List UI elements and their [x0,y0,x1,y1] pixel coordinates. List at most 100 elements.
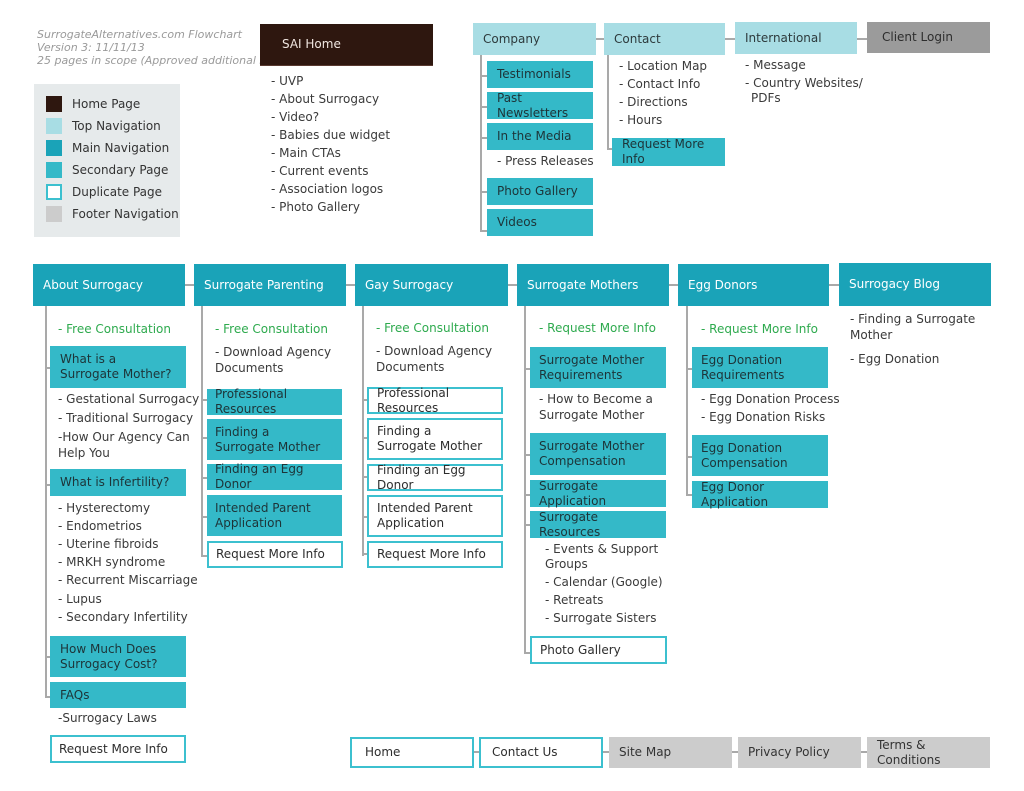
footer-privacy-policy[interactable]: Privacy Policy [738,737,861,768]
gay-finding-surrogate-mother[interactable]: Finding a Surrogate Mother [367,418,503,460]
legend-secondary-page: Secondary Page [46,161,168,179]
about-faqs[interactable]: FAQs [50,682,186,708]
mothers-photo-gallery[interactable]: Photo Gallery [530,636,667,664]
company-past-newsletters[interactable]: Past Newsletters [487,91,593,120]
company-in-the-media[interactable]: In the Media [487,123,593,150]
legend-label: Main Navigation [72,141,170,155]
top-nav-international[interactable]: International [735,22,857,54]
egg-donation-requirements[interactable]: Egg Donation Requirements [692,347,828,388]
connector [45,306,47,698]
connector [480,52,482,232]
home-item: - Current events [271,164,369,178]
main-nav-gay-surrogacy[interactable]: Gay Surrogacy [355,264,508,306]
mothers-resources[interactable]: Surrogate Resources [530,510,666,539]
egg-request-more-info-link[interactable]: - Request More Info [701,320,818,338]
infertility-item: - Hysterectomy [58,501,151,515]
parenting-finding-egg-donor[interactable]: Finding an Egg Donor [207,462,342,491]
connector [607,52,609,149]
legend-swatch [46,140,62,156]
legend-swatch [46,184,62,200]
connector [362,306,364,556]
about-free-consultation-link[interactable]: - Free Consultation [58,320,171,338]
connector [185,284,194,286]
mothers-resources-item: - Calendar (Google) [545,575,663,589]
gay-request-more-info[interactable]: Request More Info [367,541,503,568]
mothers-compensation[interactable]: Surrogate Mother Compensation [530,433,666,475]
gay-professional-resources[interactable]: Professional Resources [367,386,503,415]
international-item: PDFs [751,91,781,105]
legend-main-navigation: Main Navigation [46,139,169,157]
infertility-item: - MRKH syndrome [58,555,166,569]
sai-home-node[interactable]: SAI Home [260,24,433,66]
connector [829,284,839,286]
mothers-resources-item: - Retreats [545,593,604,607]
flowchart-meta: SurrogateAlternatives.com Flowchart Vers… [37,28,271,67]
egg-requirements-item: - Egg Donation Process [701,392,840,406]
connector [201,306,203,556]
top-nav-company[interactable]: Company [473,23,596,55]
home-item: - About Surrogacy [271,92,380,106]
about-what-is-surrogate-mother[interactable]: What is a Surrogate Mother? [50,346,186,388]
connector [346,284,355,286]
home-item: - Association logos [271,182,384,196]
legend-swatch [46,118,62,134]
legend-swatch [46,206,62,222]
legend-footer-navigation: Footer Navigation [46,205,179,223]
home-item: - Photo Gallery [271,200,360,214]
main-nav-surrogate-mothers[interactable]: Surrogate Mothers [517,264,669,306]
company-videos[interactable]: Videos [487,209,593,236]
mothers-resources-item: Groups [545,557,588,571]
infertility-item: - Endometrios [58,519,142,533]
media-sub-item: - Press Releases [497,154,594,168]
infertility-item: - Uterine fibroids [58,537,159,551]
contact-request-more-info[interactable]: Request More Info [612,137,725,166]
gay-free-consultation-link[interactable]: - Free Consultation [376,319,489,337]
legend-swatch [46,96,62,112]
gay-finding-egg-donor[interactable]: Finding an Egg Donor [367,463,503,492]
legend-duplicate-page: Duplicate Page [46,183,162,201]
main-nav-surrogacy-blog[interactable]: Surrogacy Blog [839,263,991,306]
contact-item: - Contact Info [619,77,701,91]
egg-requirements-item: - Egg Donation Risks [701,410,826,424]
egg-donor-application[interactable]: Egg Donor Application [692,480,828,509]
home-item: - Video? [271,110,320,124]
legend-swatch [46,162,62,178]
company-photo-gallery[interactable]: Photo Gallery [487,178,593,205]
main-nav-egg-donors[interactable]: Egg Donors [678,264,829,306]
mothers-application[interactable]: Surrogate Application [530,479,666,508]
footer-contact-us[interactable]: Contact Us [479,737,603,768]
footer-terms-conditions[interactable]: Terms & Conditions [867,737,990,768]
footer-site-map[interactable]: Site Map [609,737,732,768]
legend-home-page: Home Page [46,95,140,113]
connector [524,306,526,654]
parenting-request-more-info[interactable]: Request More Info [207,541,343,568]
mothers-resources-item: - Surrogate Sisters [545,611,657,625]
footer-home[interactable]: Home [350,737,474,768]
international-item: - Message [745,58,806,72]
about-request-more-info[interactable]: Request More Info [50,735,186,763]
parenting-professional-resources[interactable]: Professional Resources [207,387,342,416]
connector [669,284,678,286]
gay-intended-parent-application[interactable]: Intended Parent Application [367,495,503,537]
legend-label: Duplicate Page [72,185,163,199]
main-nav-surrogate-parenting[interactable]: Surrogate Parenting [194,264,346,306]
main-nav-about-surrogacy[interactable]: About Surrogacy [33,264,185,306]
mothers-request-more-info-link[interactable]: - Request More Info [539,319,656,337]
infertility-item: - Secondary Infertility [58,610,188,624]
legend-label: Top Navigation [72,119,161,133]
home-item: - Babies due widget [271,128,391,142]
contact-item: - Hours [619,113,663,127]
legend-top-navigation: Top Navigation [46,117,161,135]
about-what-is-infertility[interactable]: What is Infertility? [50,469,186,496]
parenting-finding-surrogate-mother[interactable]: Finding a Surrogate Mother [207,419,342,460]
client-login-button[interactable]: Client Login [867,22,990,53]
mothers-requirements[interactable]: Surrogate Mother Requirements [530,347,666,388]
parenting-intended-parent-application[interactable]: Intended Parent Application [207,495,342,536]
parenting-free-consultation-link[interactable]: - Free Consultation [215,320,328,338]
legend-label: Secondary Page [72,163,169,177]
egg-donation-compensation[interactable]: Egg Donation Compensation [692,435,828,476]
company-testimonials[interactable]: Testimonials [487,61,593,88]
top-nav-contact[interactable]: Contact [604,23,725,55]
about-surrogacy-cost[interactable]: How Much Does Surrogacy Cost? [50,636,186,677]
legend: Home Page Top Navigation Main Navigation… [34,84,180,237]
